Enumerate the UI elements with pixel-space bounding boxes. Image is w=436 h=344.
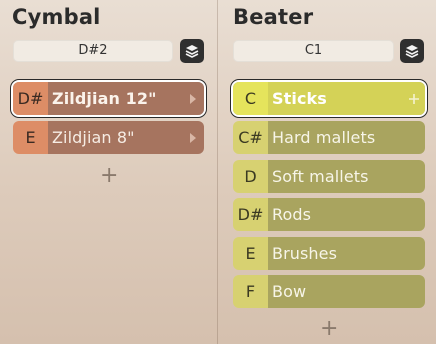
beater-item-sticks[interactable]: C Sticks bbox=[233, 82, 425, 115]
cymbal-panel: Cymbal D#2 D# Zildjian 12" E Zildjian 8"… bbox=[0, 0, 217, 344]
plus-icon[interactable] bbox=[403, 82, 425, 115]
cymbal-note-field[interactable]: D#2 bbox=[13, 40, 173, 62]
cymbal-add-button[interactable]: + bbox=[100, 165, 118, 187]
cymbal-layers-button[interactable] bbox=[180, 39, 204, 63]
beater-item-brushes[interactable]: E Brushes bbox=[233, 237, 425, 270]
cymbal-item-key: D# bbox=[13, 82, 48, 115]
beater-item-label: Brushes bbox=[268, 237, 403, 270]
beater-note-field[interactable]: C1 bbox=[233, 40, 394, 62]
beater-item-key: D# bbox=[233, 198, 268, 231]
beater-title: Beater bbox=[233, 5, 314, 29]
cymbal-item-zildjian-12[interactable]: D# Zildjian 12" bbox=[13, 82, 204, 115]
beater-item-label: Sticks bbox=[268, 82, 403, 115]
beater-layers-button[interactable] bbox=[400, 39, 424, 63]
cymbal-item-zildjian-8[interactable]: E Zildjian 8" bbox=[13, 121, 204, 154]
beater-item-label: Bow bbox=[268, 275, 403, 308]
layers-icon bbox=[405, 45, 419, 58]
cymbal-item-key: E bbox=[13, 121, 48, 154]
beater-item-bow[interactable]: F Bow bbox=[233, 275, 425, 308]
beater-item-key: D bbox=[233, 160, 268, 193]
beater-item-key: F bbox=[233, 275, 268, 308]
chevron-right-icon[interactable] bbox=[182, 121, 204, 154]
beater-item-rods[interactable]: D# Rods bbox=[233, 198, 425, 231]
beater-item-key: C# bbox=[233, 121, 268, 154]
beater-item-soft-mallets[interactable]: D Soft mallets bbox=[233, 160, 425, 193]
beater-item-key: E bbox=[233, 237, 268, 270]
beater-item-label: Hard mallets bbox=[268, 121, 403, 154]
beater-item-label: Soft mallets bbox=[268, 160, 403, 193]
beater-item-label: Rods bbox=[268, 198, 403, 231]
chevron-right-icon[interactable] bbox=[182, 82, 204, 115]
cymbal-item-label: Zildjian 8" bbox=[48, 121, 182, 154]
beater-item-key: C bbox=[233, 82, 268, 115]
beater-panel: Beater C1 C Sticks C# Hard mallets D Sof… bbox=[218, 0, 436, 344]
cymbal-title: Cymbal bbox=[12, 5, 101, 29]
beater-item-hard-mallets[interactable]: C# Hard mallets bbox=[233, 121, 425, 154]
cymbal-item-label: Zildjian 12" bbox=[48, 82, 182, 115]
beater-add-button[interactable]: + bbox=[320, 318, 338, 340]
layers-icon bbox=[185, 45, 199, 58]
